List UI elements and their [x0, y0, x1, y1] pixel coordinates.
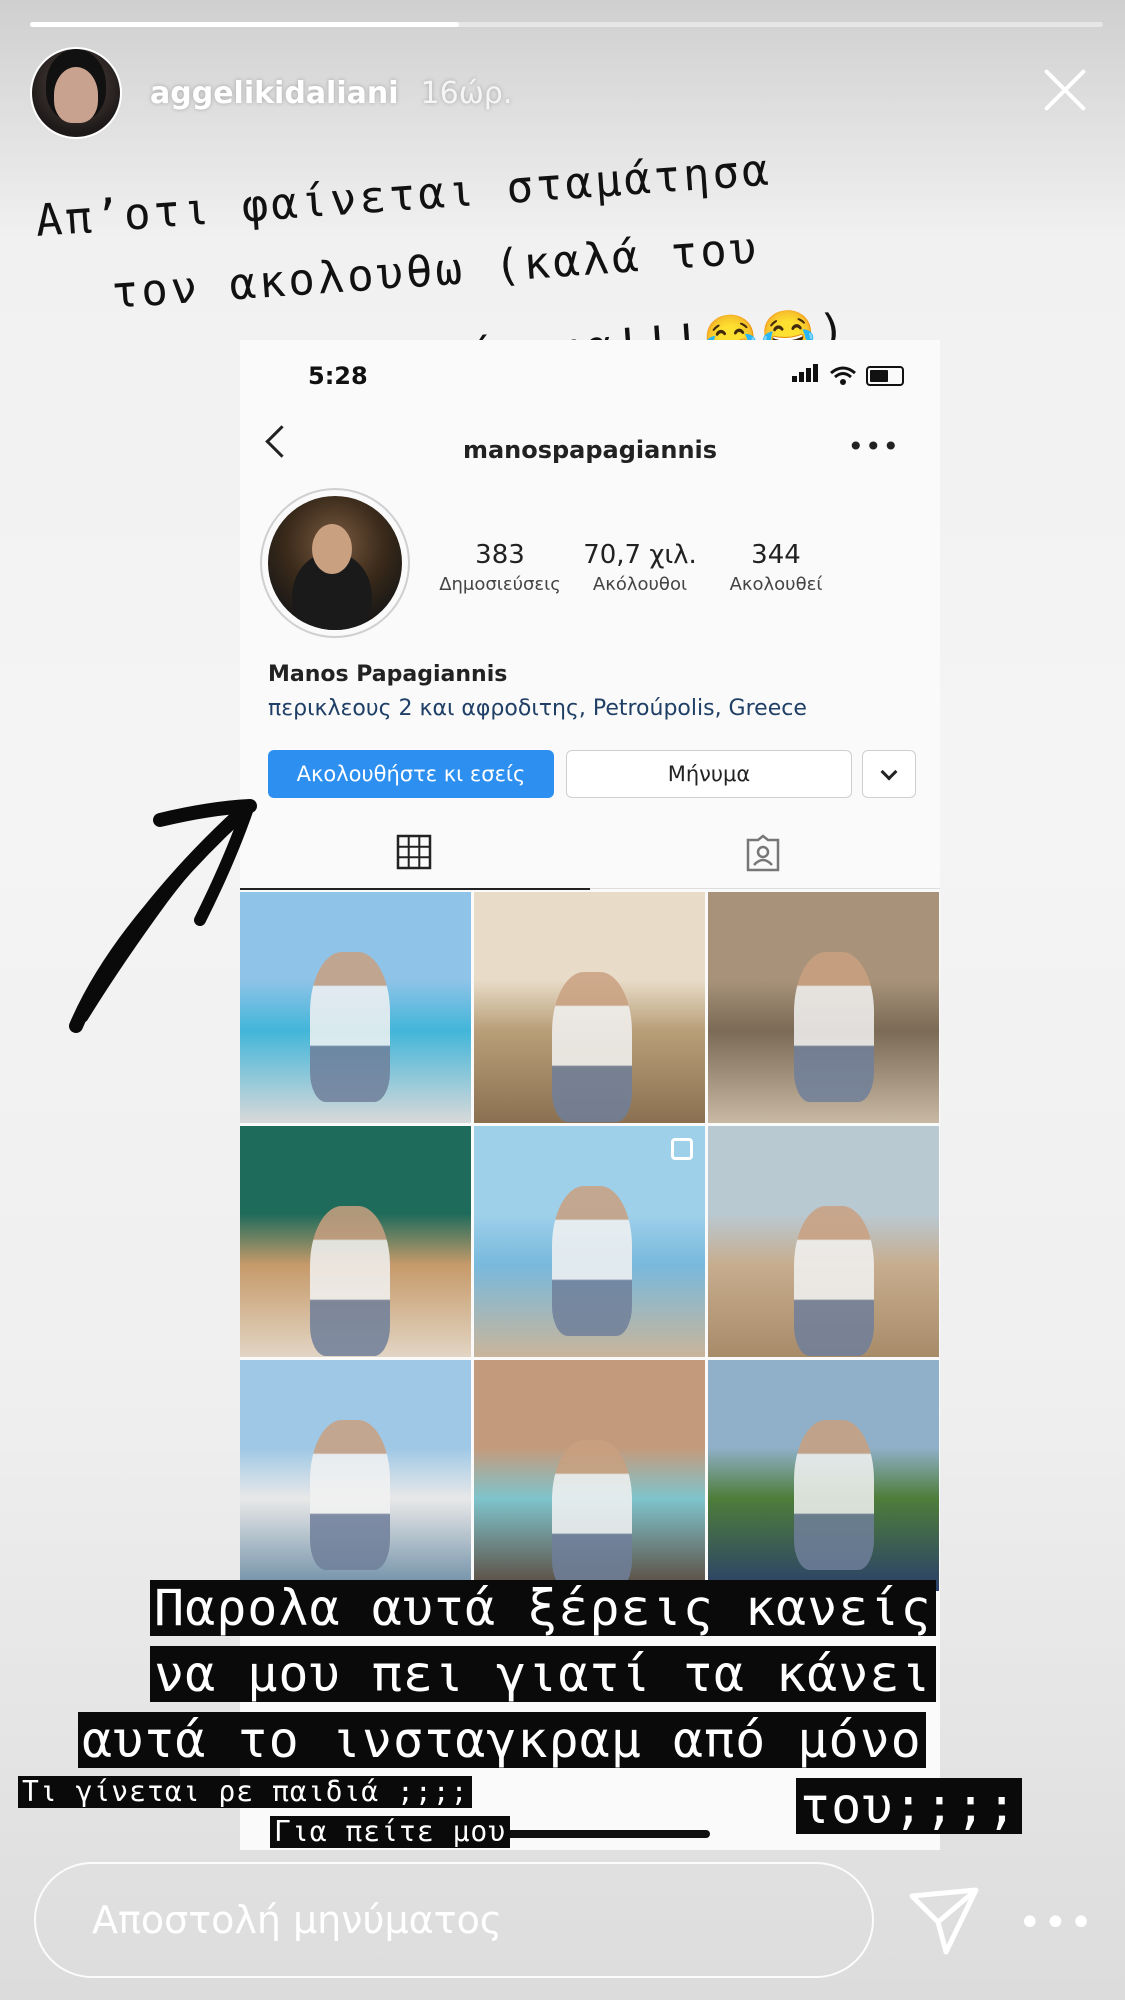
stat-following-label: Ακολουθεί	[729, 574, 823, 595]
grid-icon[interactable]	[396, 834, 432, 870]
person-figure	[794, 1420, 874, 1570]
avatar[interactable]	[30, 47, 122, 139]
story-time: 16ώρ.	[420, 75, 513, 111]
person-figure	[310, 1206, 390, 1356]
profile-avatar[interactable]	[260, 488, 410, 638]
send-icon[interactable]	[906, 1882, 982, 1958]
sand-photo[interactable]	[708, 1126, 939, 1357]
story-header: aggelikidaliani 16ώρ.	[30, 47, 513, 139]
caption-line-3: αυτά το ινσταγκραμ από μόνο	[78, 1712, 926, 1768]
caption-small-2: Για πείτε μου	[270, 1816, 511, 1848]
story-username[interactable]: aggelikidaliani	[150, 76, 399, 111]
story-progress-fill	[30, 22, 460, 27]
stat-posts[interactable]: 383 Δημοσιεύσεις	[430, 540, 570, 595]
carousel-icon	[671, 1138, 693, 1160]
person-figure	[794, 952, 874, 1102]
signal-icon	[792, 364, 820, 386]
stat-followers[interactable]: 70,7 χιλ. Ακόλουθοι	[580, 540, 700, 595]
chevron-down-icon	[880, 763, 898, 781]
status-time: 5:28	[308, 362, 368, 390]
closeup-photo[interactable]	[474, 1360, 705, 1591]
beach-photo[interactable]	[474, 1126, 705, 1357]
stat-following[interactable]: 344 Ακολουθεί	[716, 540, 836, 595]
drawn-arrow-icon	[69, 799, 257, 1033]
profile-username: manospapagiannis	[462, 436, 718, 464]
person-figure	[552, 1440, 632, 1590]
pool-photo[interactable]	[240, 892, 471, 1123]
stat-posts-value: 383	[475, 540, 525, 570]
battery-icon	[866, 366, 904, 386]
person-figure	[310, 1420, 390, 1570]
profile-location[interactable]: περικλεους 2 και αφροδιτης, Petroúpolis,…	[268, 696, 807, 721]
active-tab-indicator	[240, 888, 590, 890]
more-icon[interactable]: •••	[1018, 1900, 1095, 1946]
tagged-icon[interactable]	[744, 834, 782, 872]
person-figure	[794, 1206, 874, 1356]
stat-followers-value: 70,7 χιλ.	[583, 540, 697, 570]
profile-name: Manos Papagiannis	[268, 662, 508, 687]
garden-photo[interactable]	[708, 1360, 939, 1591]
caption-small-1: Τι γίνεται ρε παιδιά ;;;;	[18, 1776, 473, 1808]
field-photo[interactable]	[474, 892, 705, 1123]
wifi-icon	[830, 366, 856, 385]
close-icon[interactable]	[1035, 60, 1095, 120]
person-figure	[552, 972, 632, 1122]
suggestions-dropdown-button[interactable]	[862, 750, 916, 798]
caption-line-2: να μου πει γιατί τα κάνει	[150, 1646, 936, 1702]
message-button[interactable]: Μήνυμα	[566, 750, 852, 798]
stat-followers-label: Ακόλουθοι	[592, 574, 688, 595]
stone-wall-photo[interactable]	[708, 892, 939, 1123]
more-options-icon[interactable]: •••	[847, 430, 900, 463]
stat-posts-label: Δημοσιεύσεις	[439, 574, 561, 595]
person-figure	[552, 1186, 632, 1336]
caption-line-4: του;;;;	[796, 1778, 1022, 1834]
stat-following-value: 344	[751, 540, 801, 570]
follow-button[interactable]: Ακολουθήστε κι εσείς	[268, 750, 554, 798]
person-figure	[310, 952, 390, 1102]
restaurant-photo[interactable]	[240, 1126, 471, 1357]
post-grid	[240, 892, 940, 1591]
story-progress-bar	[30, 22, 1103, 27]
tab-divider	[590, 888, 940, 889]
caption-line-1: Παρολα αυτά ξέρεις κανείς	[150, 1580, 936, 1636]
sea-hat-photo[interactable]	[240, 1360, 471, 1591]
status-icons	[792, 364, 904, 386]
reply-input[interactable]: Αποστολή μηνύματος	[34, 1862, 874, 1978]
